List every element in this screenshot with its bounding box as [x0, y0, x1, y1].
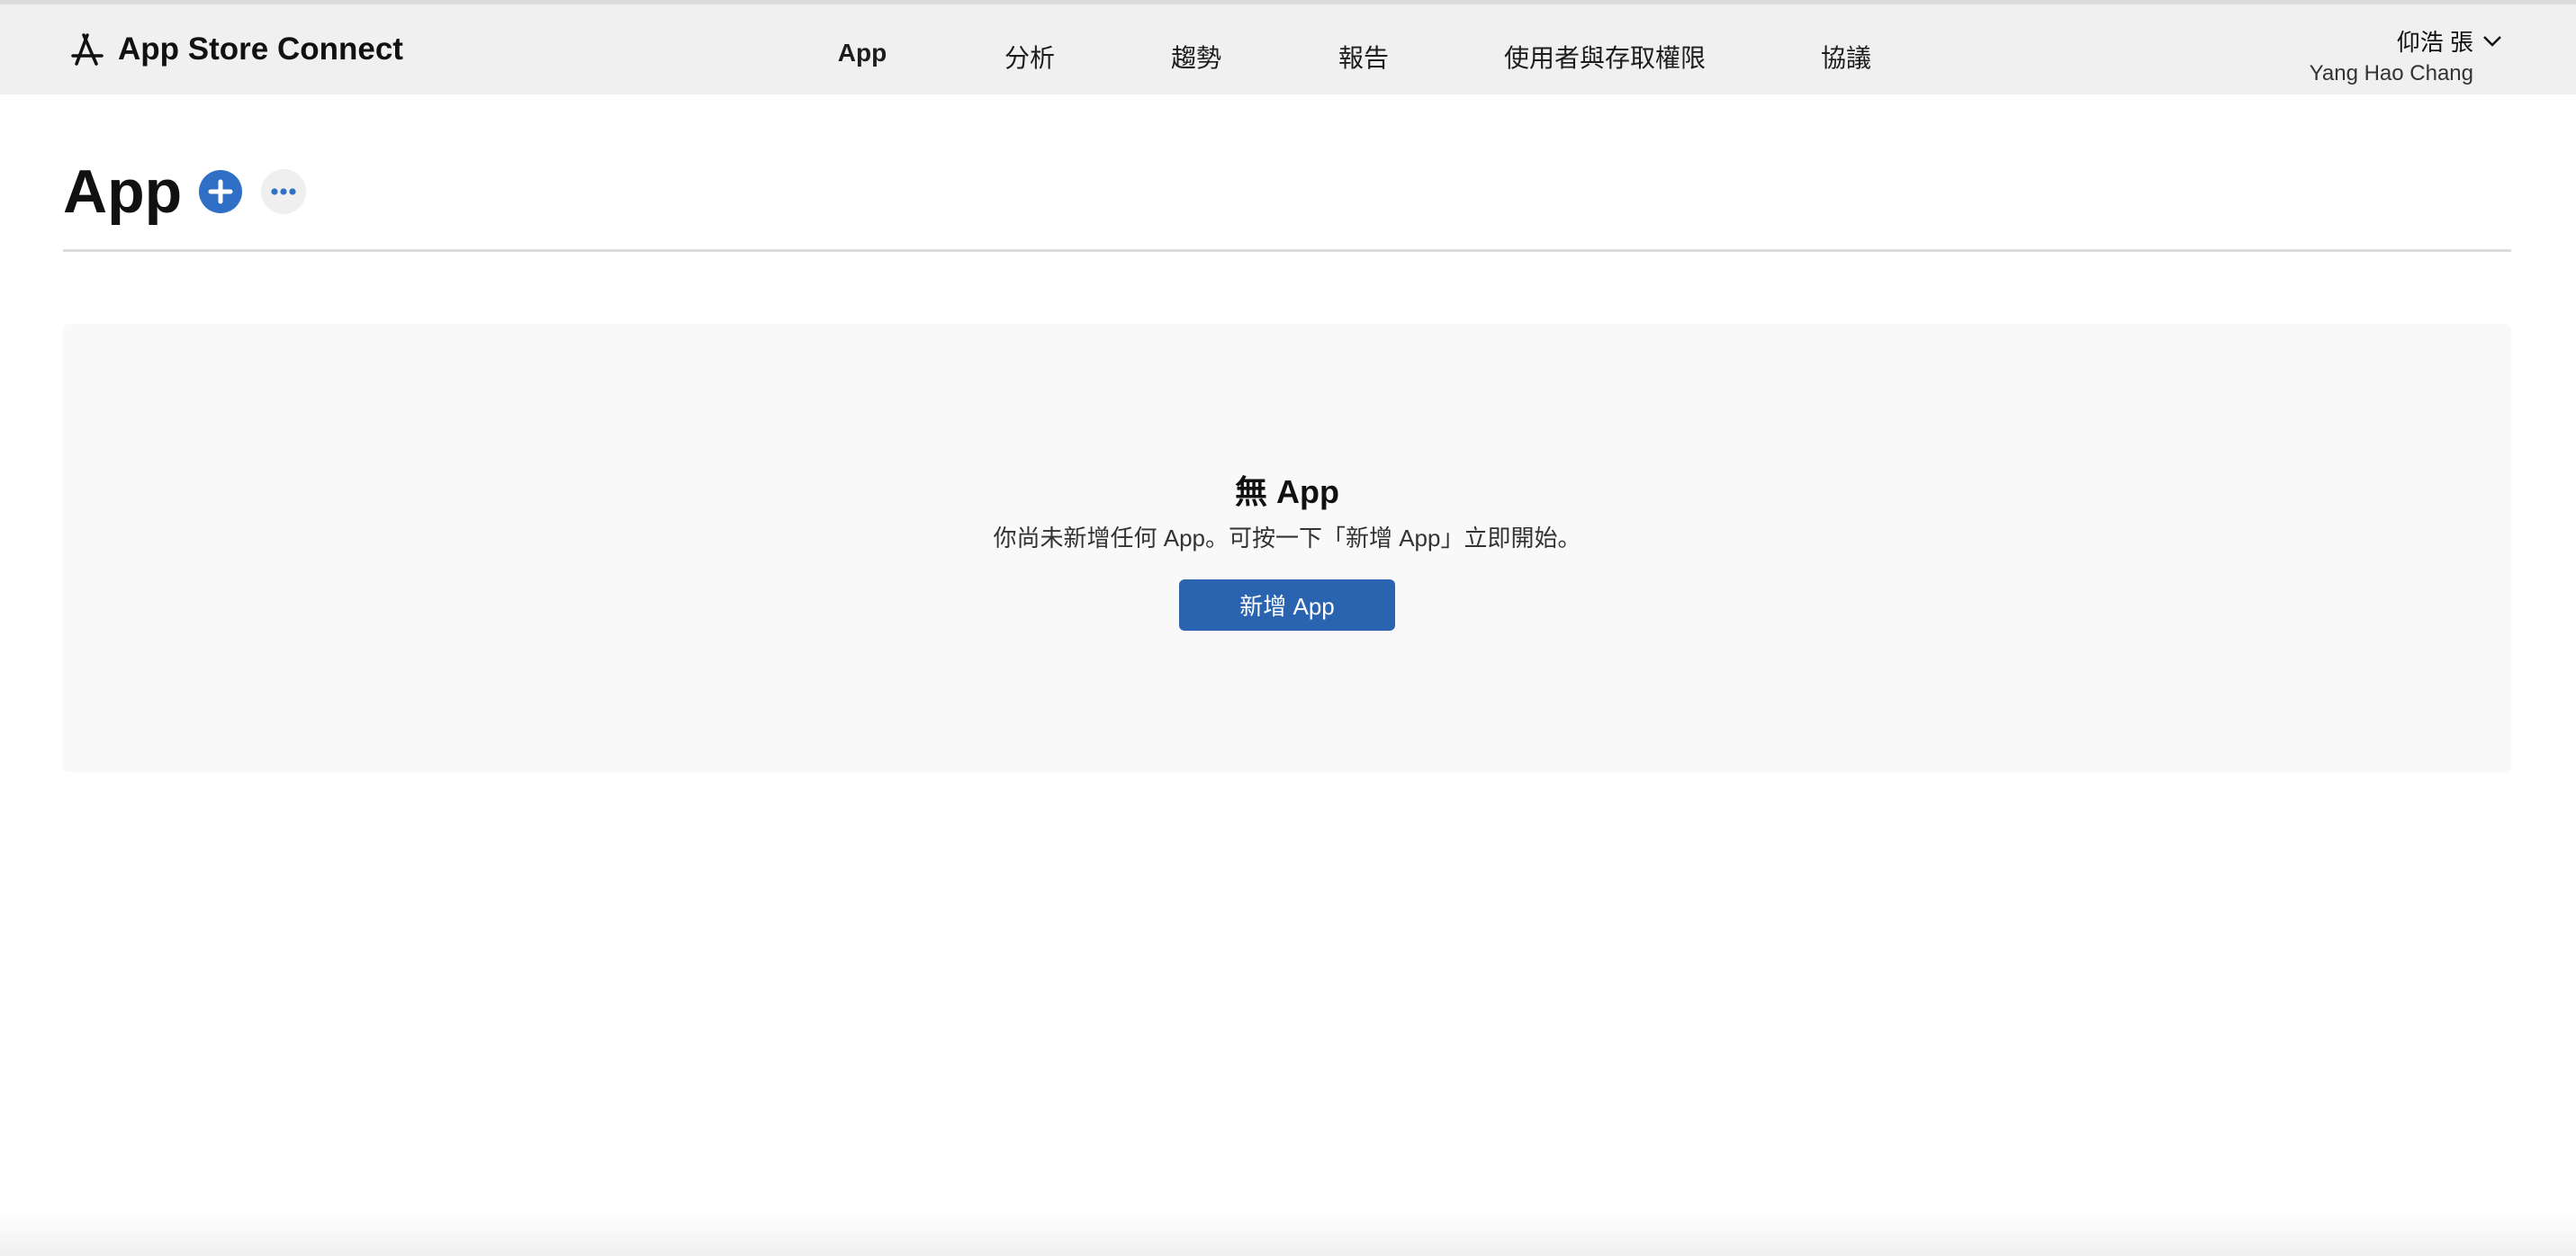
user-name: 仰浩 張 — [2396, 29, 2473, 56]
empty-state-title: 無 App — [1235, 473, 1339, 510]
nav-analytics[interactable]: 分析 — [1004, 39, 1055, 75]
plus-icon — [208, 179, 233, 204]
app-store-connect-logo[interactable]: App Store Connect — [69, 31, 403, 67]
nav-reports[interactable]: 報告 — [1338, 39, 1389, 75]
title-divider — [63, 249, 2511, 252]
ellipsis-icon — [271, 188, 296, 195]
nav-users-and-access[interactable]: 使用者與存取權限 — [1504, 39, 1706, 75]
empty-state-message: 你尚未新增任何 App。可按一下「新增 App」立即開始。 — [993, 525, 1581, 552]
app-store-icon — [71, 33, 104, 66]
nav-trends[interactable]: 趨勢 — [1171, 39, 1221, 75]
user-subtitle: Yang Hao Chang — [2309, 61, 2473, 85]
user-menu[interactable]: 仰浩 張 Yang Hao Chang — [2310, 24, 2502, 86]
top-nav-bar: App Store Connect App 分析 趨勢 報告 使用者與存取權限 … — [0, 4, 2576, 94]
add-app-icon-button[interactable] — [199, 170, 242, 213]
page-title: App — [63, 157, 183, 226]
nav-app[interactable]: App — [838, 39, 887, 67]
more-options-button[interactable] — [261, 169, 306, 214]
chevron-down-icon — [2483, 35, 2501, 47]
app-title: App Store Connect — [118, 31, 403, 67]
bottom-shadow — [0, 1211, 2576, 1256]
nav-agreements[interactable]: 協議 — [1821, 39, 1871, 75]
add-app-button[interactable]: 新增 App — [1179, 579, 1395, 631]
empty-state-panel: 無 App 你尚未新增任何 App。可按一下「新增 App」立即開始。 新增 A… — [63, 324, 2511, 772]
